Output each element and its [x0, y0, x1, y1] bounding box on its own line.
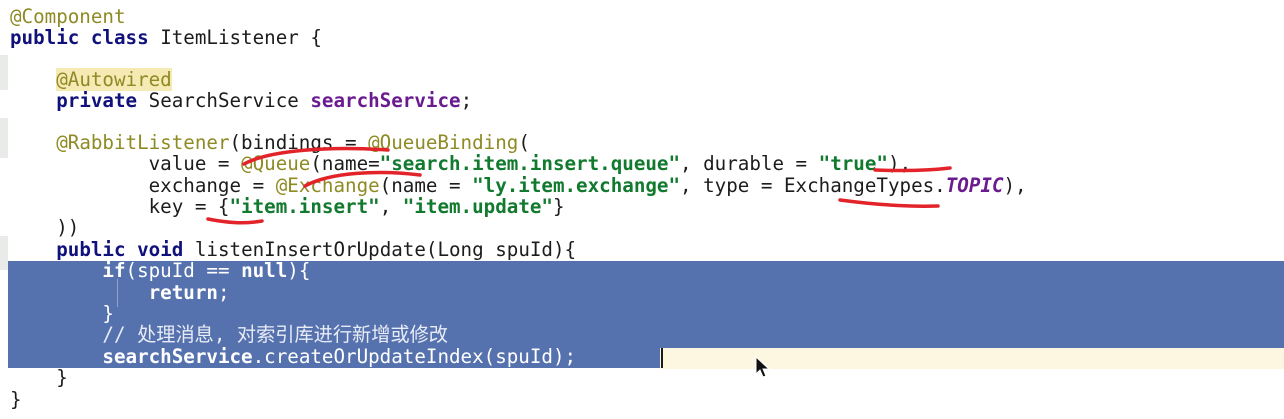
underline-mark — [242, 146, 390, 166]
underline-mark — [873, 166, 952, 173]
red-underline-marks — [206, 146, 952, 225]
mouse-pointer-icon — [755, 356, 771, 378]
code-editor[interactable]: @Component public class ItemListener { @… — [0, 0, 1284, 419]
underline-mark — [838, 198, 940, 208]
underline-mark — [303, 170, 422, 188]
underline-mark — [206, 217, 264, 225]
